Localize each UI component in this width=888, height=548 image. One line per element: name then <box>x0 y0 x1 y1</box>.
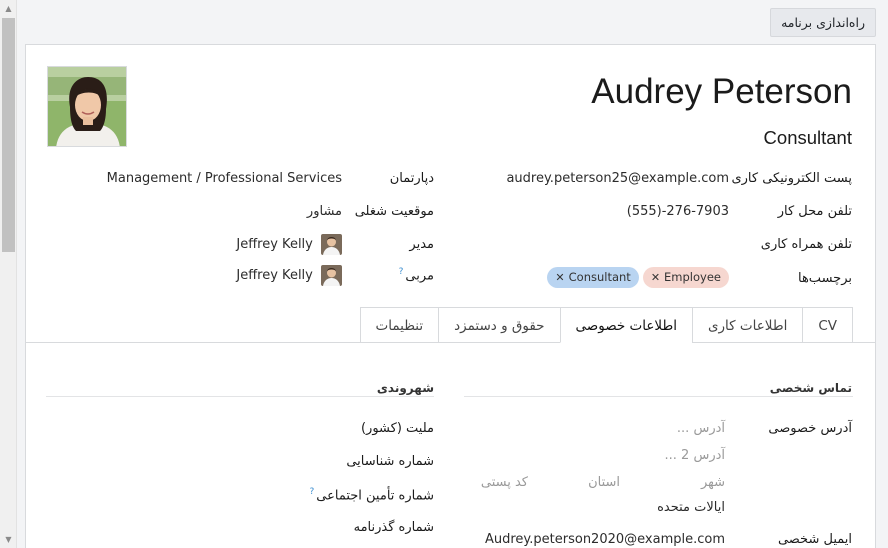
address-street2-input[interactable]: آدرس 2 ... <box>665 448 726 463</box>
employee-form-sheet: Audrey Peterson Consultant پست الکترونیک… <box>25 44 876 548</box>
person-avatar-icon <box>321 234 342 255</box>
remove-tag-icon[interactable]: ✕ <box>555 271 564 284</box>
tags-field[interactable]: ✕ Employee ✕ Consultant <box>547 267 729 288</box>
address-state-input[interactable]: استان <box>588 475 620 490</box>
work-phone-field[interactable]: (555)-276-7903 <box>627 204 729 219</box>
employee-name[interactable]: Audrey Peterson <box>591 72 852 112</box>
remove-tag-icon[interactable]: ✕ <box>651 271 660 284</box>
manager-avatar <box>321 234 342 255</box>
work-mobile-label: تلفن همراه کاری <box>760 237 852 252</box>
job-position-field[interactable]: مشاور <box>307 204 342 219</box>
ssn-label: شماره تأمین اجتماعی? <box>309 487 434 504</box>
coach-label: مربی? <box>398 267 434 284</box>
page-scrollbar[interactable]: ▲ ▼ <box>0 0 17 548</box>
passport-number-label: شماره گذرنامه <box>353 520 434 535</box>
coach-name: Jeffrey Kelly <box>236 268 313 283</box>
private-contact-divider <box>464 396 853 397</box>
manager-name: Jeffrey Kelly <box>236 237 313 252</box>
tab-cv[interactable]: CV <box>802 307 853 343</box>
citizenship-divider <box>46 396 434 397</box>
tab-private-information[interactable]: اطلاعات خصوصی <box>559 307 693 343</box>
work-email-field[interactable]: audrey.peterson25@example.com <box>506 171 729 186</box>
tag-consultant[interactable]: ✕ Consultant <box>547 267 639 288</box>
manager-field[interactable]: Jeffrey Kelly <box>236 234 342 255</box>
department-label: دپارتمان <box>389 171 434 186</box>
setup-app-button[interactable]: راه‌اندازی برنامه <box>770 8 876 37</box>
scrollbar-thumb[interactable] <box>2 18 15 252</box>
coach-field[interactable]: Jeffrey Kelly <box>236 265 342 286</box>
address-city-input[interactable]: شهر <box>701 475 725 490</box>
scroll-down-icon[interactable]: ▼ <box>0 531 17 548</box>
citizenship-section-title: شهروندی <box>376 381 434 395</box>
tab-settings[interactable]: تنظیمات <box>359 307 440 343</box>
work-email-label: پست الکترونیکی کاری <box>731 171 852 186</box>
person-avatar-icon <box>321 265 342 286</box>
employee-photo-icon <box>48 67 126 146</box>
form-tabs: CV اطلاعات کاری اطلاعات خصوصی حقوق و دست… <box>359 307 853 343</box>
tab-work-information[interactable]: اطلاعات کاری <box>691 307 804 343</box>
scroll-up-icon[interactable]: ▲ <box>0 0 17 17</box>
manager-label: مدیر <box>409 237 434 252</box>
work-phone-label: تلفن محل کار <box>777 204 852 219</box>
private-email-label: ایمیل شخصی <box>777 532 852 547</box>
coach-help-icon[interactable]: ? <box>399 267 404 277</box>
identification-number-label: شماره شناسایی <box>346 454 434 469</box>
address-street-input[interactable]: آدرس ... <box>677 421 725 436</box>
job-position-label: موقعیت شغلی <box>354 204 434 219</box>
coach-avatar <box>321 265 342 286</box>
private-contact-section-title: تماس شخصی <box>769 381 852 395</box>
address-zip-input[interactable]: کد پستی <box>481 475 528 490</box>
private-address-label: آدرس خصوصی <box>768 421 852 436</box>
private-email-field[interactable]: Audrey.peterson2020@example.com <box>485 532 725 547</box>
address-country-field[interactable]: ایالات متحده <box>657 500 725 515</box>
tag-employee[interactable]: ✕ Employee <box>642 267 729 288</box>
employee-job-title[interactable]: Consultant <box>764 127 852 149</box>
employee-avatar[interactable] <box>47 66 127 147</box>
tags-label: برچسب‌ها <box>797 271 852 286</box>
nationality-label: ملیت (کشور) <box>360 421 434 436</box>
department-field[interactable]: Management / Professional Services <box>107 171 342 186</box>
ssn-help-icon[interactable]: ? <box>309 487 314 497</box>
tab-payroll[interactable]: حقوق و دستمزد <box>438 307 561 343</box>
